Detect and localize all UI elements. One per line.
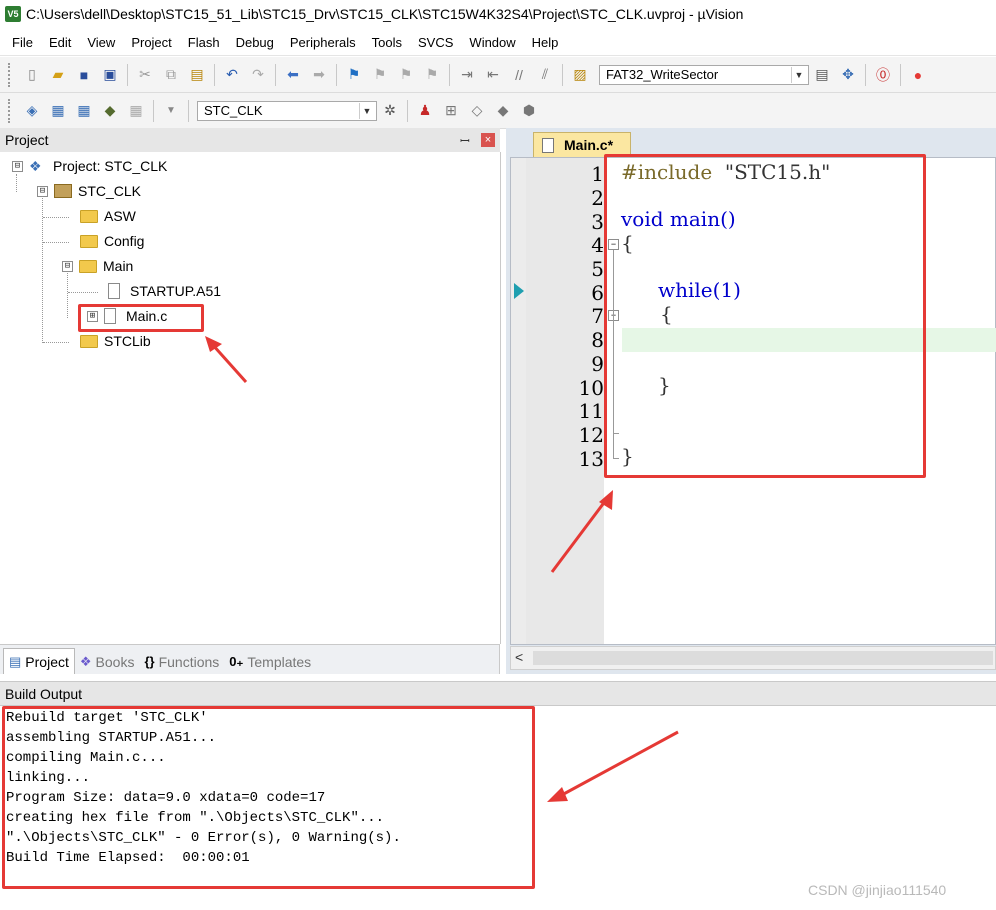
annotation-arrow-code — [550, 490, 613, 573]
annotation-arrows — [205, 336, 679, 802]
annotation-arrow-build — [547, 730, 679, 802]
watermark: CSDN @jinjiao111540 — [808, 882, 947, 898]
annotation-arrow-tree — [205, 336, 248, 384]
